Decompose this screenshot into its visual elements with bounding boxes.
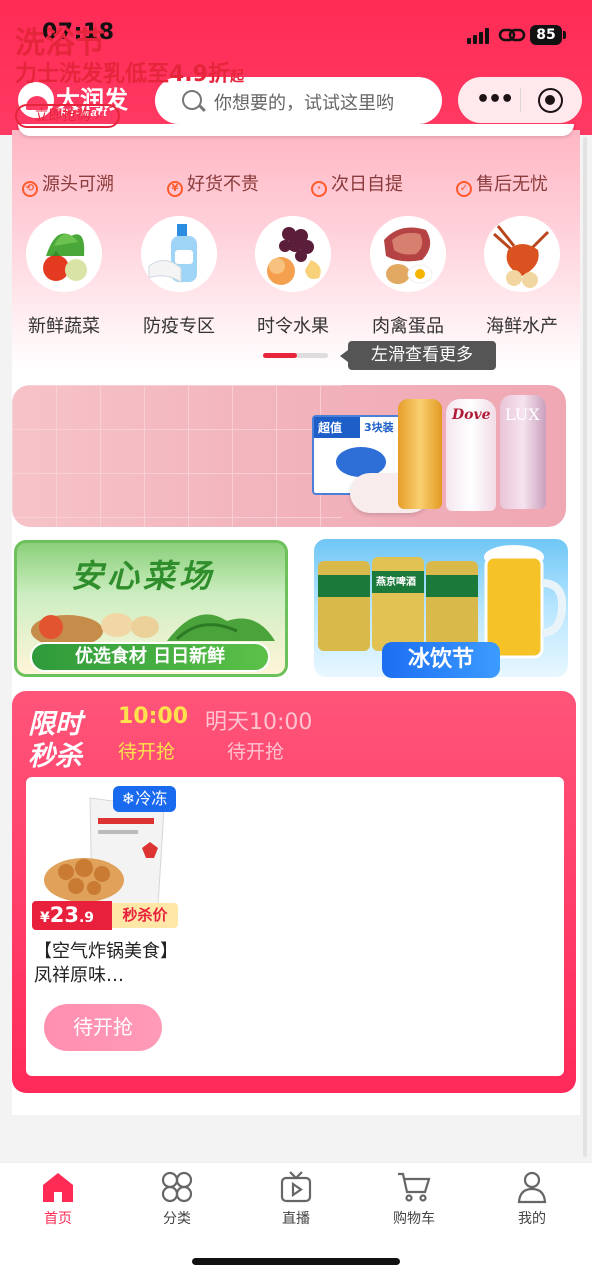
live-icon xyxy=(278,1170,314,1204)
category-vegetables[interactable]: 新鲜蔬菜 xyxy=(24,216,104,338)
category-fruit[interactable]: 时令水果 xyxy=(253,216,333,338)
trace-icon: ⟲ xyxy=(22,181,38,197)
tab-label: 我的 xyxy=(518,1211,546,1227)
battery-cap xyxy=(563,31,566,39)
pack-count: 3块装 xyxy=(364,421,394,434)
frozen-badge: ❄冷冻 xyxy=(113,786,176,812)
close-target-icon[interactable] xyxy=(538,88,563,113)
wait-to-grab-button[interactable]: 待开抢 xyxy=(44,1004,162,1051)
tab-label: 购物车 xyxy=(393,1211,435,1227)
tab-label: 分类 xyxy=(163,1211,191,1227)
page-scrollbar[interactable] xyxy=(583,137,587,1157)
more-icon[interactable]: ••• xyxy=(476,87,514,112)
tab-cart[interactable]: 购物车 xyxy=(374,1170,454,1228)
feature-traceable: ⟲ 源头可溯 xyxy=(22,170,114,197)
sanitizer-image xyxy=(141,216,217,292)
pack-label: 超值 xyxy=(314,417,360,438)
cart-icon xyxy=(396,1170,432,1204)
lux-brand: LUX xyxy=(505,405,540,424)
chevron-right-icon: › xyxy=(90,108,101,124)
price-bar: ¥23.9 秒杀价 xyxy=(32,901,178,930)
buy-now-button[interactable]: 立即抢购 › xyxy=(15,104,120,128)
search-icon xyxy=(182,90,202,110)
bath-subtitle-suffix: 起 xyxy=(229,69,244,85)
tile-pattern xyxy=(12,385,342,527)
buy-now-label: 立即抢购 xyxy=(34,108,91,124)
feature-aftersale: ✓ 售后无忧 xyxy=(456,170,548,197)
dove-bottle-image: Dove xyxy=(446,399,496,511)
sale-price: ¥23.9 xyxy=(32,901,112,930)
feature-label: 好货不贵 xyxy=(187,174,259,195)
category-label: 防疫专区 xyxy=(143,316,215,337)
dove-brand: Dove xyxy=(452,407,491,423)
tab-category[interactable]: 分类 xyxy=(137,1170,217,1228)
snowflake-icon: ❄ xyxy=(121,789,136,808)
scroll-thumb xyxy=(263,353,297,358)
price-decimal: .9 xyxy=(78,910,95,926)
frozen-label: 冷冻 xyxy=(135,789,168,808)
clock-icon: · xyxy=(311,181,327,197)
category-label: 时令水果 xyxy=(257,316,329,337)
swipe-tooltip: 左滑查看更多 xyxy=(340,341,496,370)
slot-time-tomorrow[interactable]: 明天10:00 xyxy=(205,704,312,736)
category-epidemic[interactable]: 防疫专区 xyxy=(139,216,219,338)
profile-icon xyxy=(514,1170,550,1204)
lux-bottle-image: LUX xyxy=(500,395,546,509)
battery-indicator: 85 xyxy=(530,25,562,45)
tab-home[interactable]: 首页 xyxy=(18,1170,98,1228)
home-indicator xyxy=(192,1258,400,1265)
category-scroll-indicator xyxy=(263,353,328,358)
category-seafood[interactable]: 海鲜水产 xyxy=(482,216,562,338)
beer-cans-image: 燕京啤酒 xyxy=(318,553,478,653)
link-icon xyxy=(498,25,526,45)
tab-profile[interactable]: 我的 xyxy=(492,1170,572,1228)
slot-status-tomorrow[interactable]: 待开抢 xyxy=(227,737,284,764)
slot-time-active[interactable]: 10:00 xyxy=(118,704,188,729)
product-title[interactable]: 【空气炸锅美食】凤祥原味… xyxy=(34,940,174,988)
price-symbol: ¥ xyxy=(40,910,50,926)
home-icon xyxy=(40,1170,76,1204)
feature-cheap: ¥ 好货不贵 xyxy=(167,170,259,197)
category-icon xyxy=(159,1170,195,1204)
tab-live[interactable]: 直播 xyxy=(256,1170,336,1228)
slot-status-active[interactable]: 待开抢 xyxy=(118,737,175,764)
category-label: 新鲜蔬菜 xyxy=(28,316,100,337)
bath-festival-banner[interactable]: 超值 3块装 Dove LUX xyxy=(12,385,566,527)
fruit-image xyxy=(255,216,331,292)
tab-label: 直播 xyxy=(282,1211,310,1227)
feature-label: 次日自提 xyxy=(331,174,403,195)
shield-icon: ✓ xyxy=(456,181,472,197)
vegetables-image xyxy=(26,216,102,292)
app-screen: 07:18 85 大润发 RT-Mart 你想要的，试试这里哟 ••• ⟲ 源头可… xyxy=(0,0,592,1280)
beer-brand: 燕京啤酒 xyxy=(376,577,416,588)
yuan-icon: ¥ xyxy=(167,181,183,197)
feature-label: 售后无忧 xyxy=(476,174,548,195)
seafood-image xyxy=(484,216,560,292)
category-label: 海鲜水产 xyxy=(486,316,558,337)
flash-title-line2: 秒杀 xyxy=(28,741,82,772)
search-placeholder: 你想要的，试试这里哟 xyxy=(214,93,394,114)
sale-price-tag: 秒杀价 xyxy=(112,903,178,928)
bath-banner-subtitle: 力士洗发乳低至4.9折起 xyxy=(15,56,244,88)
veg-banner-tag: 优选食材 日日新鲜 xyxy=(30,642,270,672)
meat-egg-image xyxy=(370,216,446,292)
feature-pickup: · 次日自提 xyxy=(311,170,403,197)
category-label: 肉禽蛋品 xyxy=(372,316,444,337)
veg-banner-title: 安心菜场 xyxy=(71,557,216,595)
feature-label: 源头可溯 xyxy=(42,174,114,195)
signal-icon xyxy=(467,28,491,44)
category-meat-egg[interactable]: 肉禽蛋品 xyxy=(368,216,448,338)
price-integer: 23 xyxy=(49,903,79,927)
cold-drink-tag: 冰饮节 xyxy=(382,642,500,678)
shampoo-bottle-image xyxy=(398,399,442,509)
capsule-divider xyxy=(520,88,521,112)
miniprogram-capsule: ••• xyxy=(458,77,582,123)
tab-label: 首页 xyxy=(44,1211,72,1227)
bath-subtitle-main: 力士洗发乳低至4.9折 xyxy=(15,62,230,87)
flash-sale-title: 限时 秒杀 xyxy=(26,702,90,772)
